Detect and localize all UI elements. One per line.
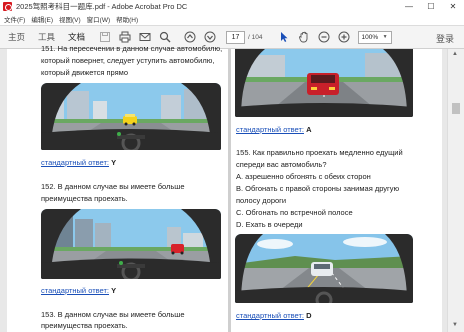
- menu-view[interactable]: 视图(V): [59, 14, 81, 24]
- vertical-scrollbar[interactable]: ▲ ▼: [447, 49, 464, 332]
- menu-help[interactable]: 帮助(H): [116, 14, 138, 24]
- standard-answer-link[interactable]: стандартный ответ:: [41, 158, 109, 167]
- page-divider: [228, 49, 231, 332]
- q155-option-d: D. Ехать в очереди: [236, 220, 303, 229]
- menu-edit[interactable]: 编辑(E): [31, 14, 53, 24]
- driving-illustration-car-ahead: [235, 49, 413, 117]
- standard-answer-value: Y: [111, 286, 117, 295]
- q155-option-b-cont: полосу дороги: [236, 196, 287, 205]
- standard-answer-link[interactable]: стандартный ответ:: [236, 125, 304, 134]
- save-icon[interactable]: [98, 30, 112, 44]
- window-controls: — ☐ ✕: [398, 0, 464, 13]
- standard-answer-value: A: [306, 125, 312, 134]
- chevron-down-icon: ▼: [382, 34, 388, 40]
- q151-line3: который движется прямо: [41, 68, 129, 77]
- answer-151: стандартный ответ: Y: [41, 158, 116, 167]
- maximize-button[interactable]: ☐: [420, 0, 442, 13]
- q155-line1: 155. Как правильно проехать медленно еду…: [236, 148, 403, 157]
- acrobat-app-icon: [3, 2, 12, 11]
- close-button[interactable]: ✕: [442, 0, 464, 13]
- search-icon[interactable]: [158, 30, 172, 44]
- answer-152: стандартный ответ: Y: [41, 286, 116, 295]
- answer-154: стандартный ответ: A: [236, 125, 312, 134]
- answer-155: стандартный ответ: D: [236, 311, 312, 320]
- zoom-in-icon[interactable]: [337, 30, 351, 44]
- menu-window[interactable]: 窗口(W): [87, 14, 110, 24]
- tab-home[interactable]: 主页: [8, 31, 25, 43]
- zoom-level-dropdown[interactable]: 100% ▼: [357, 30, 392, 44]
- standard-answer-link[interactable]: стандартный ответ:: [41, 286, 109, 295]
- page-total: / 104: [248, 33, 263, 41]
- scrollbar-thumb[interactable]: [452, 103, 460, 114]
- login-button[interactable]: 登录: [436, 32, 454, 45]
- scroll-down-icon[interactable]: ▼: [452, 322, 458, 328]
- q155-option-b: B. Обгонать с правой стороны занимая дру…: [236, 184, 400, 193]
- page-down-icon[interactable]: [203, 30, 217, 44]
- window-title: 2025驾照考科目一题库.pdf - Adobe Acrobat Pro DC: [16, 2, 188, 11]
- q155-line2: спереди вас автомобиль?: [236, 160, 327, 169]
- driving-illustration-overtake: [235, 234, 413, 303]
- driving-illustration-intersection: [41, 83, 221, 150]
- cursor-icon[interactable]: [277, 30, 291, 44]
- standard-answer-value: Y: [111, 158, 117, 167]
- hand-icon[interactable]: [297, 30, 311, 44]
- menu-bar: 文件(F) 编辑(E) 视图(V) 窗口(W) 帮助(H): [0, 13, 464, 25]
- tab-tools[interactable]: 工具: [38, 31, 55, 43]
- page-up-icon[interactable]: [183, 30, 197, 44]
- print-icon[interactable]: [118, 30, 132, 44]
- q152-line1: 152. В данном случае вы имеете больше: [41, 182, 185, 191]
- zoom-out-icon[interactable]: [317, 30, 331, 44]
- page-number-input[interactable]: 17: [226, 30, 246, 44]
- q151-line2: который поверне​т, следует уступить авто…: [41, 56, 215, 65]
- title-bar: 2025驾照考科目一题库.pdf - Adobe Acrobat Pro DC …: [0, 0, 464, 13]
- tab-document[interactable]: 文档: [68, 31, 85, 43]
- scroll-up-icon[interactable]: ▲: [452, 51, 458, 57]
- zoom-level-value: 100%: [361, 33, 379, 41]
- q153-line1: 153. В данном случае вы имеете больше: [41, 310, 185, 319]
- document-viewport[interactable]: 151. На пересечении в данном случае авто…: [0, 44, 464, 332]
- minimize-button[interactable]: —: [398, 0, 420, 13]
- q151-line1: 151. На пересечении в данном случае авто…: [41, 44, 223, 53]
- q155-option-c: C. Обгонать по встречной полосе: [236, 208, 353, 217]
- standard-answer-link[interactable]: стандартный ответ:: [236, 311, 304, 320]
- email-icon[interactable]: [138, 30, 152, 44]
- left-gutter: [0, 49, 7, 332]
- driving-illustration-right-turn: [41, 209, 221, 279]
- standard-answer-value: D: [306, 311, 312, 320]
- q152-line2: преимущества проехать.: [41, 194, 128, 203]
- q155-option-a: A. азрешенно обгонять с обеих сторон: [236, 172, 371, 181]
- menu-file[interactable]: 文件(F): [4, 14, 25, 24]
- q153-line2: преимущества проехать.: [41, 321, 128, 330]
